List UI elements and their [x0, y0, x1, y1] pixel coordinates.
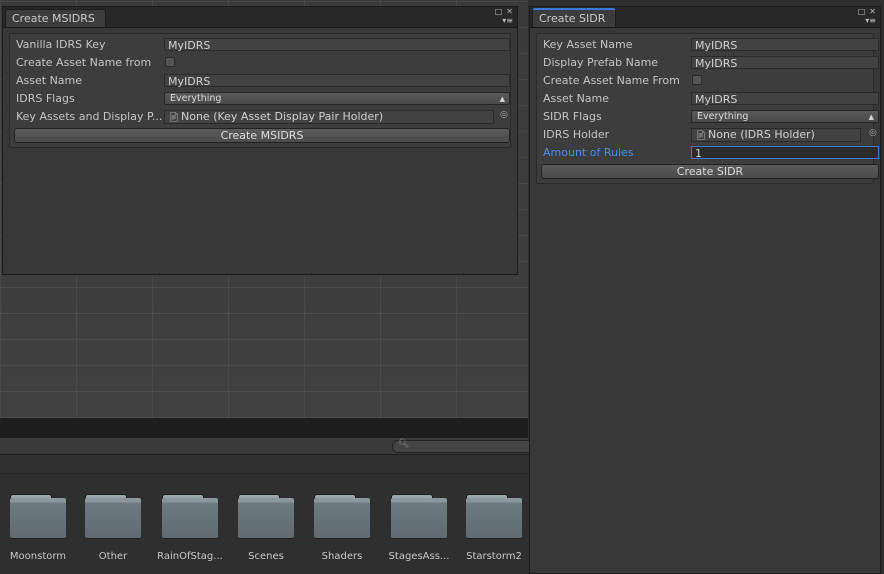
form-row-asset-name: Asset Name MyIDRS — [14, 72, 510, 90]
create-msidrs-button[interactable]: Create MSIDRS — [14, 128, 510, 143]
folder-item[interactable]: Shaders — [306, 488, 378, 562]
close-icon[interactable]: ✕ — [506, 7, 513, 16]
field-label: SIDR Flags — [543, 110, 602, 123]
folder-icon — [85, 494, 141, 538]
key-asset-name-input[interactable]: MyIDRS — [691, 38, 879, 52]
folder-icon — [238, 494, 294, 538]
asset-grid: Moonstorm Other RainOfStag... Scenes Sha… — [0, 474, 528, 574]
folder-icon — [391, 494, 447, 538]
window-controls: □ ✕ ▾≡ — [854, 7, 876, 25]
sidr-flags-dropdown[interactable]: Everything ▲ — [691, 110, 879, 123]
form-row-key-assets: Key Assets and Display P... 📄︎ None (Key… — [14, 108, 509, 126]
msidrs-form: Vanilla IDRS Key MyIDRS Create Asset Nam… — [9, 33, 511, 148]
idrs-flags-dropdown[interactable]: Everything ▲ — [164, 92, 510, 105]
form-row-idrs-flags: IDRS Flags Everything ▲ — [14, 90, 510, 108]
create-sidr-window: Create SIDR □ ✕ ▾≡ Key Asset Name MyIDRS … — [529, 6, 881, 574]
search-icon: 🔍︎ — [398, 439, 410, 449]
dropdown-value: Everything — [170, 93, 222, 104]
updown-arrow-icon: ▲ — [868, 113, 874, 121]
maximize-icon[interactable]: □ — [495, 7, 503, 16]
project-breadcrumb-bar — [0, 455, 528, 474]
idrs-holder-field[interactable]: 📄︎ None (IDRS Holder) — [691, 128, 861, 142]
folder-label: RainOfStag... — [157, 551, 223, 562]
asset-name-input[interactable]: MyIDRS — [691, 92, 879, 106]
folder-item[interactable]: RainOfStag... — [154, 488, 226, 562]
tab-create-sidr[interactable]: Create SIDR — [532, 8, 617, 27]
form-row-display-prefab: Display Prefab Name MyIDRS — [541, 54, 879, 72]
asset-name-input[interactable]: MyIDRS — [164, 74, 510, 88]
folder-icon — [10, 494, 66, 538]
form-row-create-asset-name: Create Asset Name from — [14, 54, 506, 72]
form-row-create-asset-name: Create Asset Name From — [541, 72, 869, 90]
maximize-icon[interactable]: □ — [858, 7, 866, 16]
folder-item[interactable]: Moonstorm — [2, 488, 74, 562]
form-row-sidr-flags: SIDR Flags Everything ▲ — [541, 108, 879, 126]
close-icon[interactable]: ✕ — [869, 7, 876, 16]
field-label: Asset Name — [16, 74, 83, 87]
project-toolbar: 🔍︎ — [0, 438, 534, 455]
form-row-button: Create SIDR — [541, 162, 879, 180]
field-label: Key Asset Name — [543, 38, 633, 51]
form-row-vanilla-key: Vanilla IDRS Key MyIDRS — [14, 36, 510, 54]
document-icon: 📄︎ — [695, 131, 707, 141]
window-titlebar: Create MSIDRS □ ✕ ▾≡ — [3, 7, 517, 28]
window-controls: □ ✕ ▾≡ — [491, 7, 513, 25]
folder-label: Scenes — [248, 551, 284, 562]
form-row-amount-of-rules: Amount of Rules 1 — [541, 144, 879, 162]
create-msidrs-window: Create MSIDRS □ ✕ ▾≡ Vanilla IDRS Key MyI… — [2, 6, 518, 275]
folder-item[interactable]: Scenes — [230, 488, 302, 562]
field-label: Vanilla IDRS Key — [16, 38, 106, 51]
display-prefab-name-input[interactable]: MyIDRS — [691, 56, 879, 70]
field-label: IDRS Holder — [543, 128, 610, 141]
amount-of-rules-input[interactable]: 1 — [691, 146, 879, 160]
form-row-button: Create MSIDRS — [14, 126, 510, 144]
folder-label: Starstorm2 — [466, 551, 522, 562]
object-field-value: None (Key Asset Display Pair Holder) — [181, 110, 384, 123]
key-asset-display-pair-field[interactable]: 📄︎ None (Key Asset Display Pair Holder) — [164, 110, 494, 124]
field-label: Amount of Rules — [543, 146, 634, 159]
project-search-input[interactable]: 🔍︎ — [392, 439, 534, 453]
field-label: Create Asset Name From — [543, 74, 680, 87]
menu-icon[interactable]: ▾≡ — [502, 16, 513, 25]
dropdown-value: Everything — [697, 111, 749, 122]
tab-create-msidrs[interactable]: Create MSIDRS — [5, 9, 106, 27]
create-asset-name-checkbox[interactable] — [165, 57, 175, 67]
object-picker-icon[interactable]: ◎ — [869, 129, 878, 138]
field-label: IDRS Flags — [16, 92, 75, 105]
folder-item[interactable]: StagesAss... — [383, 488, 455, 562]
folder-item[interactable]: Starstorm2 — [458, 488, 530, 562]
sidr-form: Key Asset Name MyIDRS Display Prefab Nam… — [536, 33, 879, 184]
folder-icon — [314, 494, 370, 538]
folder-icon — [466, 494, 522, 538]
folder-icon — [162, 494, 218, 538]
form-row-asset-name: Asset Name MyIDRS — [541, 90, 879, 108]
menu-icon[interactable]: ▾≡ — [865, 16, 876, 25]
folder-label: Other — [98, 551, 128, 562]
create-asset-name-checkbox[interactable] — [692, 75, 702, 85]
folder-label: StagesAss... — [388, 551, 450, 562]
object-field-value: None (IDRS Holder) — [708, 128, 815, 141]
document-icon: 📄︎ — [168, 113, 180, 123]
form-row-key-asset-name: Key Asset Name MyIDRS — [541, 36, 879, 54]
folder-label: Moonstorm — [9, 551, 67, 562]
updown-arrow-icon: ▲ — [499, 95, 505, 103]
folder-label: Shaders — [321, 551, 363, 562]
form-row-idrs-holder: IDRS Holder 📄︎ None (IDRS Holder) ◎ — [541, 126, 877, 144]
create-sidr-button[interactable]: Create SIDR — [541, 164, 879, 179]
field-label: Asset Name — [543, 92, 610, 105]
vanilla-idrs-key-input[interactable]: MyIDRS — [164, 38, 510, 52]
field-label: Create Asset Name from — [16, 56, 152, 69]
window-titlebar: Create SIDR □ ✕ ▾≡ — [530, 7, 880, 28]
field-label: Key Assets and Display P... — [16, 110, 162, 123]
object-picker-icon[interactable]: ◎ — [500, 111, 509, 120]
panel-divider — [0, 418, 528, 438]
folder-item[interactable]: Other — [77, 488, 149, 562]
field-label: Display Prefab Name — [543, 56, 659, 69]
